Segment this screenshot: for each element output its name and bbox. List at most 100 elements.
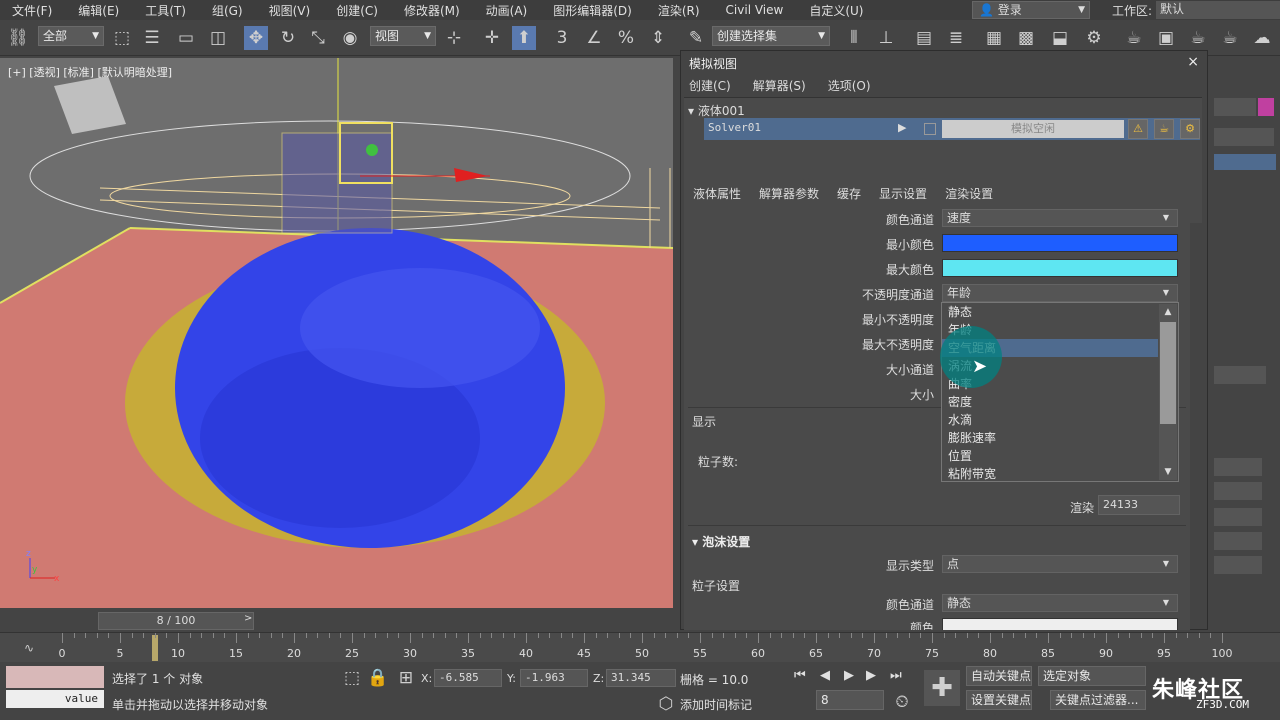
maxscript-value-field[interactable]: value	[6, 690, 104, 708]
menu-rendering[interactable]: 渲染(R)	[646, 2, 714, 19]
material-editor-icon[interactable]: ⚙	[1082, 26, 1106, 50]
pivot-icon[interactable]: ⊹	[442, 26, 466, 50]
render-setup-icon[interactable]: ☕	[1122, 26, 1146, 50]
menu-edit[interactable]: 编辑(E)	[66, 2, 133, 19]
menu-group[interactable]: 组(G)	[200, 2, 257, 19]
time-slider-thumb[interactable]: 8 / 100	[98, 612, 254, 630]
current-frame-marker[interactable]	[151, 635, 158, 661]
time-config-icon[interactable]: ⏲	[890, 690, 914, 714]
solver-checkbox[interactable]	[924, 123, 936, 135]
max-color-swatch[interactable]	[942, 259, 1178, 277]
login-dropdown[interactable]: 👤 登录 ▼	[972, 1, 1090, 19]
select-by-name-icon[interactable]: ☰	[140, 26, 164, 50]
set-key-button[interactable]: 设置关键点	[966, 690, 1032, 710]
curve-editor-icon[interactable]: ▩	[1014, 26, 1038, 50]
option-position[interactable]: 位置	[942, 447, 1158, 465]
next-frame-button[interactable]: >	[244, 613, 252, 624]
y-coord-field[interactable]: -1.963	[520, 669, 588, 687]
rotate-icon[interactable]: ↻	[276, 26, 300, 50]
menu-graph-editors[interactable]: 图形编辑器(D)	[541, 2, 646, 19]
rect-selection-icon[interactable]: ▭	[174, 26, 198, 50]
prev-key-icon[interactable]: ◀	[820, 668, 830, 683]
curve-editor-mini-icon[interactable]: ∿	[24, 641, 34, 655]
opacity-channel-dropdown[interactable]: 年龄 ▼	[942, 284, 1178, 302]
render-count-field[interactable]: 24133	[1098, 495, 1180, 515]
lock-icon[interactable]: 🔒	[366, 666, 390, 690]
selected-object-dropdown[interactable]: 选定对象	[1038, 666, 1146, 686]
tab-render-settings[interactable]: 渲染设置	[936, 183, 1002, 205]
time-tag-icon[interactable]: ⬡	[654, 692, 678, 716]
foam-color-channel-dropdown[interactable]: 静态 ▼	[942, 594, 1178, 612]
menu-animation[interactable]: 动画(A)	[474, 2, 542, 19]
chevron-down-icon[interactable]: ▼	[1159, 464, 1177, 480]
color-channel-dropdown[interactable]: 速度 ▼	[942, 209, 1178, 227]
selection-filter-dropdown[interactable]: 全部 ▼	[38, 26, 104, 46]
play-icon[interactable]: ▶	[844, 668, 854, 683]
x-coord-field[interactable]: -6.585	[434, 669, 502, 687]
tab-liquid-properties[interactable]: 液体属性	[684, 183, 750, 205]
option-density[interactable]: 密度	[942, 393, 1158, 411]
foam-settings-header[interactable]: ▾ 泡沫设置	[692, 533, 750, 550]
reference-coord-dropdown[interactable]: 视图 ▼	[370, 26, 436, 46]
sim-menu-create[interactable]: 创建(C)	[689, 77, 731, 94]
go-to-end-icon[interactable]: ⏭	[890, 668, 902, 683]
auto-key-button[interactable]: 自动关键点	[966, 666, 1032, 686]
angle-snap-icon[interactable]: ∠	[582, 26, 606, 50]
object-color-swatch[interactable]	[1258, 98, 1274, 116]
snap-icon[interactable]: 3	[550, 26, 574, 50]
next-key-icon[interactable]: ▶	[866, 668, 876, 683]
perspective-viewport[interactable]: z y x [+] [透视] [标准] [默认明暗处理]	[0, 58, 673, 608]
schematic-view-icon[interactable]: ⬓	[1048, 26, 1072, 50]
set-key-icon[interactable]: ✚	[924, 670, 960, 706]
manipulate-icon[interactable]: ✛	[480, 26, 504, 50]
sim-menu-solver[interactable]: 解算器(S)	[753, 77, 806, 94]
sim-menu-options[interactable]: 选项(O)	[828, 77, 871, 94]
tab-display-settings[interactable]: 显示设置	[870, 183, 937, 205]
viewport-label[interactable]: [+] [透视] [标准] [默认明暗处理]	[8, 64, 172, 80]
menu-civil-view[interactable]: Civil View	[714, 3, 798, 17]
option-adhesion-band[interactable]: 粘附带宽	[942, 465, 1158, 483]
toggle-ribbon-icon[interactable]: ▦	[982, 26, 1006, 50]
track-bar[interactable]: ∿ 0 5 10 15 20 25 30 35 40 45 50 55 60 65 70 75 80 85 90 95…	[0, 632, 1280, 662]
close-icon[interactable]: ×	[1187, 54, 1199, 70]
chevron-up-icon[interactable]: ▲	[1159, 304, 1177, 320]
menu-tools[interactable]: 工具(T)	[133, 2, 200, 19]
layer-explorer-icon[interactable]: ≣	[944, 26, 968, 50]
named-selection-dropdown[interactable]: 创建选择集 ▼	[712, 26, 830, 46]
foam-color-swatch[interactable]	[942, 618, 1178, 630]
render-iterative-icon[interactable]: ☕	[1218, 26, 1242, 50]
go-to-start-icon[interactable]: ⏮	[794, 668, 806, 683]
option-static[interactable]: 静态	[942, 303, 1158, 321]
solver-settings-icon[interactable]: ⚙	[1180, 119, 1200, 139]
key-filters-button[interactable]: 关键点过滤器...	[1050, 690, 1146, 710]
scene-explorer-icon[interactable]: ▤	[912, 26, 936, 50]
isolate-icon[interactable]: ⬚	[340, 666, 364, 690]
option-droplet[interactable]: 水滴	[942, 411, 1158, 429]
place-icon[interactable]: ◉	[338, 26, 362, 50]
dropdown-scrollbar[interactable]: ▲ ▼	[1159, 304, 1177, 480]
render-cloud-icon[interactable]: ☁	[1250, 26, 1274, 50]
absolute-mode-icon[interactable]: ⊞	[394, 666, 418, 690]
select-object-icon[interactable]: ⬚	[110, 26, 134, 50]
menu-file[interactable]: 文件(F)	[0, 2, 66, 19]
menu-modifiers[interactable]: 修改器(M)	[392, 2, 474, 19]
mirror-icon[interactable]: ⫴	[842, 26, 866, 50]
menu-create[interactable]: 创建(C)	[324, 2, 392, 19]
option-expansion-rate[interactable]: 膨胀速率	[942, 429, 1158, 447]
render-production-icon[interactable]: ☕	[1186, 26, 1210, 50]
edit-named-sel-icon[interactable]: ✎	[684, 26, 708, 50]
keyboard-shortcut-icon[interactable]: ⬆	[512, 26, 536, 50]
align-icon[interactable]: ⊥	[874, 26, 898, 50]
spinner-snap-icon[interactable]: ⇕	[646, 26, 670, 50]
solver-render-icon[interactable]: ☕	[1154, 119, 1174, 139]
play-icon[interactable]: ▶	[898, 121, 906, 134]
z-coord-field[interactable]: 31.345	[606, 669, 676, 687]
timeline-ruler[interactable]: 0 5 10 15 20 25 30 35 40 45 50 55 60 65 70 75 80 85 90 95 10…	[59, 633, 1233, 663]
display-type-dropdown[interactable]: 点 ▼	[942, 555, 1178, 573]
add-time-tag[interactable]: 添加时间标记	[680, 696, 752, 713]
window-crossing-icon[interactable]: ◫	[206, 26, 230, 50]
tab-cache[interactable]: 缓存	[828, 183, 870, 205]
scrollbar-thumb[interactable]	[1160, 322, 1176, 424]
menu-customize[interactable]: 自定义(U)	[797, 2, 877, 19]
move-icon[interactable]: ✥	[244, 26, 268, 50]
